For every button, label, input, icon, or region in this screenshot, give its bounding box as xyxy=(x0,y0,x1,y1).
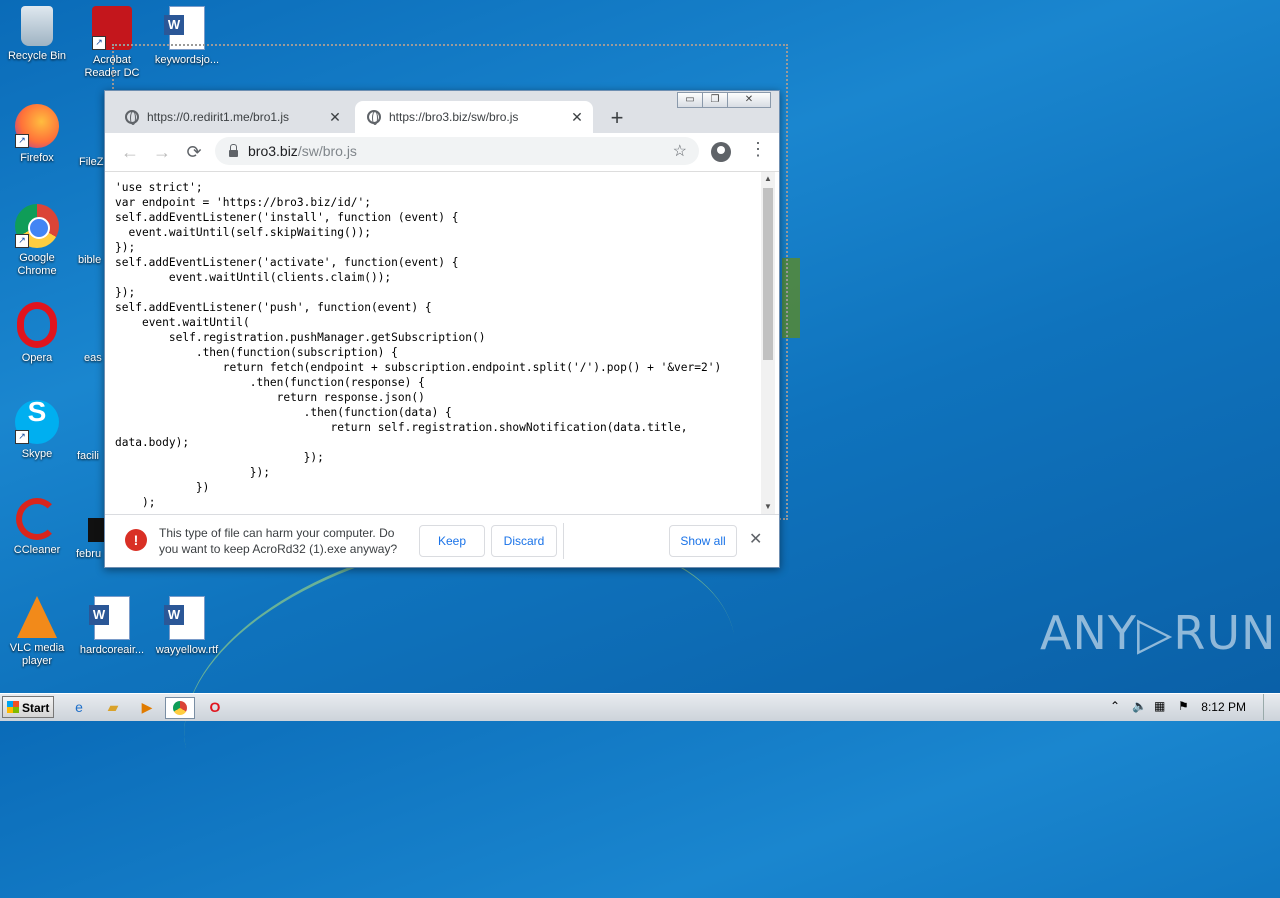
clock[interactable]: 8:12 PM xyxy=(1201,700,1246,714)
chrome-window: https://0.redirit1.me/bro1.js ✕ https://… xyxy=(104,90,780,568)
warning-icon: ! xyxy=(125,529,147,551)
download-bar-close-icon[interactable]: ✕ xyxy=(749,529,762,549)
network-icon[interactable]: ▦ xyxy=(1154,699,1165,713)
chrome-icon: ↗ xyxy=(15,204,59,248)
reload-button[interactable]: ⟳ xyxy=(181,139,207,165)
tab-redirit[interactable]: https://0.redirit1.me/bro1.js ✕ xyxy=(113,101,351,133)
desktop-icon-chrome[interactable]: ↗ Google Chrome xyxy=(0,204,74,278)
scroll-thumb[interactable] xyxy=(763,188,773,360)
url-host: bro3.biz xyxy=(248,143,298,159)
skype-icon: ↗ xyxy=(15,400,59,444)
vlc-icon xyxy=(17,596,57,638)
explorer-folder-icon[interactable]: ▰ xyxy=(102,697,124,717)
desktop-icon-facili[interactable]: facili xyxy=(77,450,99,462)
desktop-icon-wayyellow[interactable]: wayyellow.rtf xyxy=(150,596,224,657)
url-path: /sw/bro.js xyxy=(297,143,357,159)
page-content: 'use strict'; var endpoint = 'https://br… xyxy=(105,172,761,514)
globe-icon xyxy=(367,110,381,125)
tab-close-icon[interactable]: ✕ xyxy=(567,109,587,126)
ie-icon[interactable]: e xyxy=(68,697,90,717)
browser-toolbar: ← → ⟳ bro3.biz/sw/bro.js ☆ ⋮ xyxy=(105,133,779,172)
desktop-icon-opera[interactable]: Opera xyxy=(0,302,74,365)
opera-taskbar-icon[interactable]: O xyxy=(204,697,226,717)
desktop-icon-eas[interactable]: eas xyxy=(84,352,102,364)
start-button[interactable]: Start xyxy=(2,696,54,718)
download-warning-message: This type of file can harm your computer… xyxy=(159,526,398,556)
system-tray: ⌃ 🔈 ▦ ⚑ 8:12 PM xyxy=(1100,694,1278,720)
media-player-icon[interactable]: ▶ xyxy=(136,697,158,717)
desktop-icon-recycle-bin[interactable]: Recycle Bin xyxy=(0,6,74,63)
back-button[interactable]: ← xyxy=(117,139,143,165)
show-desktop-button[interactable] xyxy=(1263,694,1278,720)
scroll-down-icon[interactable]: ▼ xyxy=(761,500,775,514)
window-controls: ▭ ❐ ✕ xyxy=(677,92,771,108)
scroll-up-icon[interactable]: ▲ xyxy=(761,172,775,186)
discard-button[interactable]: Discard xyxy=(491,525,557,557)
desktop-icon-vlc[interactable]: VLC media player xyxy=(0,596,74,668)
keep-button[interactable]: Keep xyxy=(419,525,485,557)
minimize-button[interactable]: ▭ xyxy=(677,92,703,108)
desktop-icon-filezilla[interactable]: FileZ xyxy=(79,156,103,168)
close-window-button[interactable]: ✕ xyxy=(727,92,771,108)
download-bar: ! This type of file can harm your comput… xyxy=(105,514,779,567)
tab-close-icon[interactable]: ✕ xyxy=(325,109,345,126)
profile-avatar-icon[interactable] xyxy=(711,142,731,162)
tab-strip: https://0.redirit1.me/bro1.js ✕ https://… xyxy=(105,91,779,133)
forward-button[interactable]: → xyxy=(149,139,175,165)
action-center-flag-icon[interactable]: ⚑ xyxy=(1178,699,1189,713)
divider xyxy=(563,523,564,559)
desktop-icon-ccleaner[interactable]: CCleaner xyxy=(0,498,74,557)
windows-flag-icon xyxy=(7,701,19,713)
volume-icon[interactable]: 🔈 xyxy=(1132,699,1147,713)
globe-icon xyxy=(125,110,139,125)
desktop-icon-bible[interactable]: bible xyxy=(78,254,101,266)
desktop-icon-firefox[interactable]: ↗ Firefox xyxy=(0,104,74,165)
new-tab-button[interactable]: + xyxy=(605,105,629,131)
desktop-icon-skype[interactable]: ↗ Skype xyxy=(0,400,74,461)
show-all-button[interactable]: Show all xyxy=(669,525,737,557)
opera-icon xyxy=(17,302,57,348)
word-doc-icon xyxy=(89,596,130,640)
desktop-icon-febru[interactable]: febru xyxy=(76,548,101,560)
word-doc-icon xyxy=(164,596,205,640)
recycle-bin-icon xyxy=(21,6,53,46)
tray-expand-icon[interactable]: ⌃ xyxy=(1110,699,1120,713)
lock-icon xyxy=(229,143,238,157)
chrome-taskbar-icon[interactable] xyxy=(165,697,195,719)
firefox-icon: ↗ xyxy=(15,104,59,148)
taskbar: Start e ▰ ▶ O ⌃ 🔈 ▦ ⚑ 8:12 PM xyxy=(0,693,1280,721)
anyrun-watermark: ANY▷RUN xyxy=(1040,606,1277,660)
vertical-scrollbar[interactable]: ▲ ▼ xyxy=(761,172,775,514)
ccleaner-icon xyxy=(16,498,58,540)
source-code: 'use strict'; var endpoint = 'https://br… xyxy=(115,181,722,509)
desktop-icon-hardcoreair[interactable]: hardcoreair... xyxy=(75,596,149,657)
tab-bro3[interactable]: https://bro3.biz/sw/bro.js ✕ xyxy=(355,101,593,133)
menu-kebab-icon[interactable]: ⋮ xyxy=(749,139,767,160)
address-bar[interactable]: bro3.biz/sw/bro.js ☆ xyxy=(215,137,699,165)
restore-button[interactable]: ❐ xyxy=(702,92,728,108)
bookmark-star-icon[interactable]: ☆ xyxy=(673,141,687,161)
